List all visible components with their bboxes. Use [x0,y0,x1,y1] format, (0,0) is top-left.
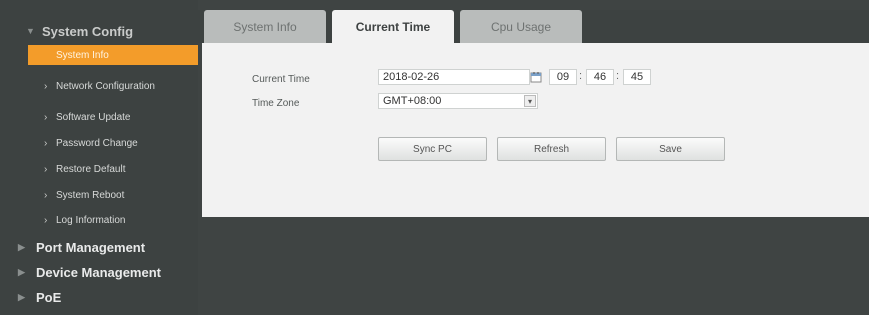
chevron-right-icon: › [44,80,48,92]
sidebar-item-label: System Reboot [56,189,125,201]
minute-input[interactable]: 46 [586,69,614,85]
sidebar-item-network-configuration[interactable]: › Network Configuration [28,76,198,96]
chevron-right-icon: › [44,137,48,149]
time-separator: : [579,70,583,82]
time-zone-select[interactable]: GMT+08:00 ▾ [378,93,538,109]
time-zone-value: GMT+08:00 [383,95,442,107]
tab-current-time[interactable]: Current Time [332,10,454,43]
sidebar-item-software-update[interactable]: › Software Update [28,107,198,127]
hour-input[interactable]: 09 [549,69,577,85]
sidebar-item-password-change[interactable]: › Password Change [28,133,198,153]
current-time-label: Current Time [252,74,310,85]
date-input[interactable]: 2018-02-26 [378,69,530,85]
section-poe[interactable]: ▶ PoE [18,287,61,307]
chevron-right-icon: › [44,111,48,123]
section-system-config-label: System Config [42,23,134,39]
current-time-panel: Current Time 2018-02-26 09 : 46 : 45 Tim… [202,43,869,217]
sidebar-item-system-info[interactable]: System Info [28,45,198,65]
chevron-right-icon: › [44,189,48,201]
expand-triangle-icon: ▶ [18,241,25,252]
sidebar: ▼ System Config System Info › Network Co… [0,0,198,315]
sidebar-item-system-reboot[interactable]: › System Reboot [28,185,198,205]
expand-triangle-icon: ▶ [18,291,25,302]
time-zone-label: Time Zone [252,98,300,109]
sidebar-item-label: Password Change [56,137,138,149]
expand-triangle-icon: ▶ [18,266,25,277]
refresh-button[interactable]: Refresh [497,137,606,161]
calendar-icon[interactable] [530,71,542,83]
tab-system-info[interactable]: System Info [204,10,326,43]
sync-pc-button[interactable]: Sync PC [378,137,487,161]
time-separator: : [616,70,620,82]
section-device-management[interactable]: ▶ Device Management [18,262,161,282]
section-device-management-label: Device Management [36,264,161,280]
chevron-right-icon: › [44,163,48,175]
sidebar-item-label: Log Information [56,214,126,226]
sidebar-item-label: System Info [56,49,109,61]
dropdown-arrow-icon[interactable]: ▾ [524,95,536,107]
section-port-management-label: Port Management [36,239,146,255]
main-content: System Info Current Time Cpu Usage Curre… [198,0,869,315]
save-button[interactable]: Save [616,137,725,161]
sidebar-item-log-information[interactable]: › Log Information [28,210,198,230]
chevron-right-icon: › [44,214,48,226]
section-poe-label: PoE [36,289,62,305]
sidebar-item-label: Network Configuration [56,80,155,92]
tab-cpu-usage[interactable]: Cpu Usage [460,10,582,43]
sidebar-item-restore-default[interactable]: › Restore Default [28,159,198,179]
second-input[interactable]: 45 [623,69,651,85]
collapse-triangle-icon: ▼ [26,26,35,36]
sidebar-item-label: Software Update [56,111,131,123]
sidebar-item-label: Restore Default [56,163,126,175]
section-port-management[interactable]: ▶ Port Management [18,237,145,257]
section-system-config[interactable]: ▼ System Config [26,21,133,41]
